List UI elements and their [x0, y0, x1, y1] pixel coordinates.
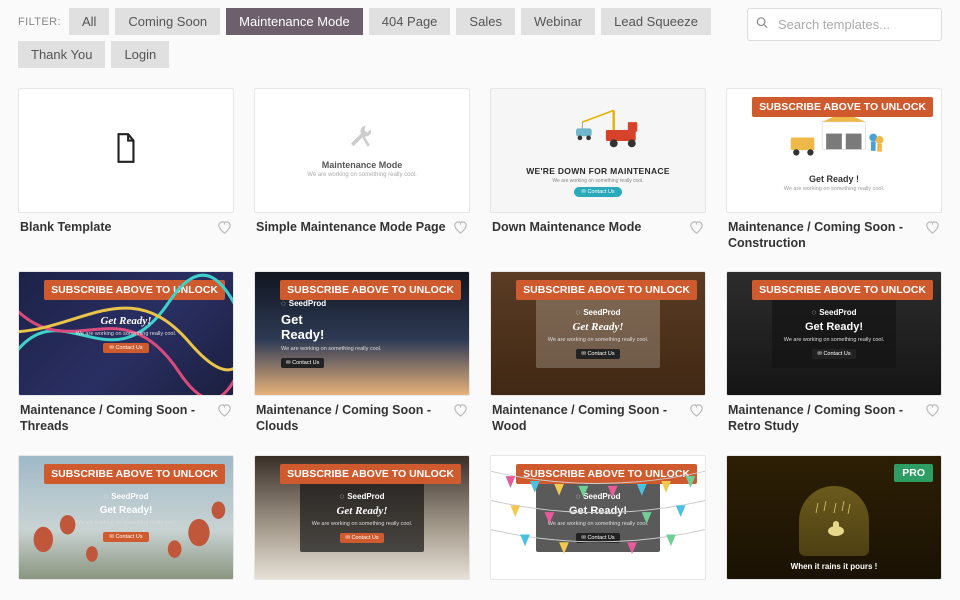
template-card: SUBSCRIBE ABOVE TO UNLOCK ◌ SeedProd Get… — [254, 271, 470, 434]
window-arch-icon — [799, 486, 869, 556]
thumb-heading: Get Ready ! — [809, 174, 859, 184]
template-card: PRO When it rains it pours ! — [726, 455, 942, 580]
thumb-heading: Get Ready! — [805, 321, 863, 333]
template-thumb-clouds[interactable]: SUBSCRIBE ABOVE TO UNLOCK ◌ SeedProd Get… — [254, 271, 470, 396]
template-thumb-rain[interactable]: PRO When it rains it pours ! — [726, 455, 942, 580]
thumb-cta: ✉ Contact Us — [281, 358, 324, 368]
thumb-cta: ✉ Contact Us — [103, 532, 148, 542]
tow-truck-icon — [543, 105, 653, 160]
template-title: Down Maintenance Mode — [492, 220, 641, 236]
favorite-icon[interactable] — [217, 403, 232, 423]
thumb-heading: Get Ready! — [572, 321, 623, 333]
template-thumb-construction[interactable]: SUBSCRIBE ABOVE TO UNLOCK Get Ready ! We… — [726, 88, 942, 213]
unlock-badge: SUBSCRIBE ABOVE TO UNLOCK — [752, 280, 933, 300]
pro-badge: PRO — [894, 464, 933, 482]
favorite-icon[interactable] — [453, 220, 468, 240]
favorite-icon[interactable] — [453, 403, 468, 423]
thumb-heading: Get Ready! — [336, 505, 387, 517]
filter-lead-squeeze[interactable]: Lead Squeeze — [601, 8, 711, 35]
template-thumb-hall[interactable]: SUBSCRIBE ABOVE TO UNLOCK ◌ SeedProd Get… — [254, 455, 470, 580]
filter-all[interactable]: All — [69, 8, 109, 35]
thumb-cta: ✉ Contact Us — [812, 349, 855, 359]
thumb-heading: Get Ready! — [100, 505, 153, 516]
construction-icon — [779, 110, 889, 170]
template-thumb-retro[interactable]: SUBSCRIBE ABOVE TO UNLOCK ◌ SeedProd Get… — [726, 271, 942, 396]
file-icon — [113, 132, 139, 169]
seedprod-logo-icon: ◌ SeedProd — [575, 308, 620, 317]
thumb-sub: We are working on something really cool. — [312, 521, 412, 527]
template-card: SUBSCRIBE ABOVE TO UNLOCK ◌ SeedProd Get… — [254, 455, 470, 580]
favorite-icon[interactable] — [689, 220, 704, 240]
template-thumb-blank[interactable] — [18, 88, 234, 213]
favorite-icon[interactable] — [925, 403, 940, 423]
template-title: Maintenance / Coming Soon - Threads — [20, 403, 211, 434]
unlock-badge: SUBSCRIBE ABOVE TO UNLOCK — [280, 280, 461, 300]
filter-404-page[interactable]: 404 Page — [369, 8, 451, 35]
unlock-badge: SUBSCRIBE ABOVE TO UNLOCK — [516, 280, 697, 300]
filter-maintenance-mode[interactable]: Maintenance Mode — [226, 8, 363, 35]
template-thumb-balloons[interactable]: SUBSCRIBE ABOVE TO UNLOCK ◌ SeedProd Get… — [18, 455, 234, 580]
template-title: Maintenance / Coming Soon - Construction — [728, 220, 919, 251]
thumb-sub: We are working on something really cool. — [76, 520, 176, 526]
template-card: SUBSCRIBE ABOVE TO UNLOCK ◌ SeedProd Get… — [18, 455, 234, 580]
seedprod-logo-icon: ◌ SeedProd — [339, 492, 384, 501]
thumb-sub: We are working on something really cool. — [552, 178, 643, 184]
template-title: Maintenance / Coming Soon - Wood — [492, 403, 683, 434]
search-icon — [755, 15, 769, 34]
filter-coming-soon[interactable]: Coming Soon — [115, 8, 220, 35]
template-card: SUBSCRIBE ABOVE TO UNLOCK ◌ SeedProd Get… — [490, 271, 706, 434]
template-thumb-simple[interactable]: Maintenance Mode We are working on somet… — [254, 88, 470, 213]
template-title: Maintenance / Coming Soon - Retro Study — [728, 403, 919, 434]
seedprod-logo-icon: ◌ SeedProd — [103, 492, 148, 501]
filter-bar: FILTER: All Coming Soon Maintenance Mode… — [18, 8, 729, 68]
search — [747, 8, 942, 41]
filter-sales[interactable]: Sales — [456, 8, 515, 35]
thumb-sub: We are working on something really cool. — [281, 346, 381, 352]
thumb-cta: ✉ Contact Us — [574, 187, 621, 197]
template-title: Maintenance / Coming Soon - Clouds — [256, 403, 447, 434]
favorite-icon[interactable] — [689, 403, 704, 423]
bunting-decor-icon — [491, 456, 705, 579]
template-card: SUBSCRIBE ABOVE TO UNLOCK ◌ SeedProd Get… — [490, 455, 706, 580]
unlock-badge: SUBSCRIBE ABOVE TO UNLOCK — [280, 464, 461, 484]
template-title: Simple Maintenance Mode Page — [256, 220, 446, 236]
seedprod-logo-icon: ◌ SeedProd — [811, 308, 856, 317]
seedprod-logo-icon: ◌ SeedProd — [281, 299, 326, 308]
thumb-sub: We are working on something really cool. — [784, 337, 884, 343]
filter-login[interactable]: Login — [111, 41, 169, 68]
template-thumb-banners[interactable]: SUBSCRIBE ABOVE TO UNLOCK ◌ SeedProd Get… — [490, 455, 706, 580]
thumb-cta: ✉ Contact Us — [340, 533, 383, 543]
template-thumb-down[interactable]: WE'RE DOWN FOR MAINTENACE We are working… — [490, 88, 706, 213]
template-card: Maintenance Mode We are working on somet… — [254, 88, 470, 251]
template-card: SUBSCRIBE ABOVE TO UNLOCK ◌ SeedProd Get… — [726, 271, 942, 434]
thumb-heading: WE'RE DOWN FOR MAINTENACE — [526, 166, 670, 176]
thumb-heading: When it rains it pours ! — [791, 562, 878, 571]
thumb-sub: We are working on something really cool. — [784, 186, 884, 192]
unlock-badge: SUBSCRIBE ABOVE TO UNLOCK — [752, 97, 933, 117]
favorite-icon[interactable] — [925, 220, 940, 240]
thumb-cta: ✉ Contact Us — [103, 343, 148, 353]
favorite-icon[interactable] — [217, 220, 232, 240]
tools-icon — [345, 123, 379, 154]
template-card: SUBSCRIBE ABOVE TO UNLOCK Get Ready! We … — [18, 271, 234, 434]
thumb-heading: GetReady! — [281, 312, 324, 342]
template-card: WE'RE DOWN FOR MAINTENACE We are working… — [490, 88, 706, 251]
template-thumb-wood[interactable]: SUBSCRIBE ABOVE TO UNLOCK ◌ SeedProd Get… — [490, 271, 706, 396]
thumb-heading: Get Ready! — [100, 315, 151, 327]
thumb-cta: ✉ Contact Us — [576, 349, 619, 359]
template-title: Blank Template — [20, 220, 111, 236]
search-input[interactable] — [747, 8, 942, 41]
thumb-sub: We are working on something really cool. — [307, 172, 417, 178]
thumb-heading: Maintenance Mode — [322, 160, 403, 170]
filter-label: FILTER: — [18, 16, 61, 28]
filter-thank-you[interactable]: Thank You — [18, 41, 105, 68]
thumb-sub: We are working on something really cool. — [76, 331, 176, 337]
thumb-sub: We are working on something really cool. — [548, 337, 648, 343]
template-thumb-threads[interactable]: SUBSCRIBE ABOVE TO UNLOCK Get Ready! We … — [18, 271, 234, 396]
template-card: SUBSCRIBE ABOVE TO UNLOCK Get Ready ! We… — [726, 88, 942, 251]
template-card: Blank Template — [18, 88, 234, 251]
filter-webinar[interactable]: Webinar — [521, 8, 595, 35]
